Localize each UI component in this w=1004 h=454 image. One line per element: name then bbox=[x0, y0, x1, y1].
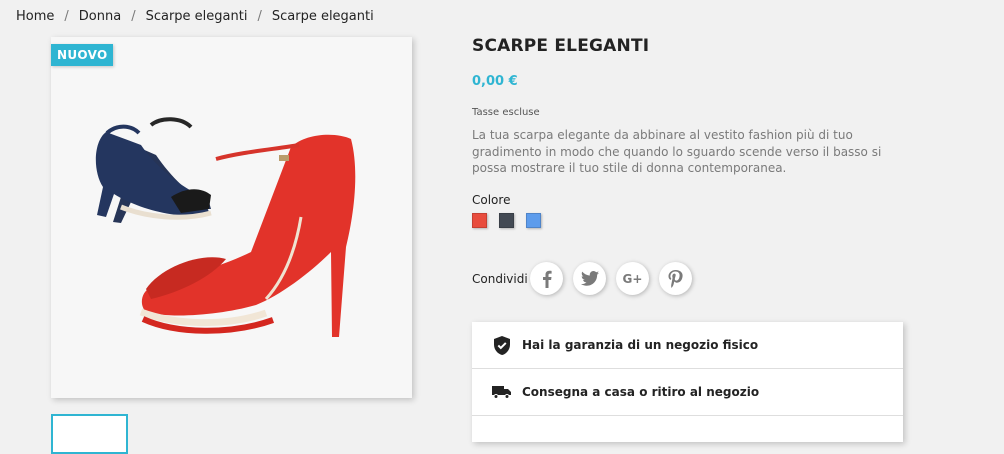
reassurance-text: Hai la garanzia di un negozio fisico bbox=[522, 338, 759, 352]
share-buttons: G+ bbox=[530, 262, 692, 295]
color-swatch-dark-grey[interactable] bbox=[499, 213, 514, 228]
facebook-icon bbox=[542, 270, 552, 288]
product-title: SCARPE ELEGANTI bbox=[472, 36, 650, 56]
product-thumbnail[interactable] bbox=[51, 414, 128, 454]
pinterest-share-button[interactable] bbox=[659, 262, 692, 295]
breadcrumb-category[interactable]: Scarpe eleganti bbox=[146, 9, 248, 24]
color-swatches bbox=[472, 213, 541, 228]
breadcrumb-donna[interactable]: Donna bbox=[79, 9, 121, 24]
google-plus-share-button[interactable]: G+ bbox=[616, 262, 649, 295]
shield-check-icon bbox=[494, 335, 510, 355]
new-badge: NUOVO bbox=[51, 44, 114, 66]
facebook-share-button[interactable] bbox=[530, 262, 563, 295]
tax-note: Tasse escluse bbox=[472, 107, 540, 118]
breadcrumb-separator: / bbox=[64, 9, 69, 24]
google-plus-icon: G+ bbox=[622, 271, 643, 286]
product-description: La tua scarpa elegante da abbinare al ve… bbox=[472, 128, 882, 175]
product-image-illustration bbox=[51, 37, 412, 398]
reassurance-item: Consegna a casa o ritiro al negozio bbox=[472, 369, 903, 416]
breadcrumb-home[interactable]: Home bbox=[16, 9, 54, 24]
twitter-icon bbox=[580, 271, 599, 286]
twitter-share-button[interactable] bbox=[573, 262, 606, 295]
breadcrumb-separator: / bbox=[257, 9, 262, 24]
breadcrumb-separator: / bbox=[131, 9, 136, 24]
reassurance-block: Hai la garanzia di un negozio fisico Con… bbox=[472, 322, 903, 442]
color-swatch-red[interactable] bbox=[472, 213, 487, 228]
reassurance-text: Consegna a casa o ritiro al negozio bbox=[522, 385, 760, 399]
color-label: Colore bbox=[472, 193, 511, 207]
pinterest-icon bbox=[668, 269, 683, 288]
color-swatch-blue[interactable] bbox=[526, 213, 541, 228]
truck-icon bbox=[492, 386, 511, 399]
product-image[interactable] bbox=[51, 37, 412, 398]
breadcrumb-current: Scarpe eleganti bbox=[271, 9, 374, 24]
product-price: 0,00 € bbox=[472, 74, 518, 89]
breadcrumb: Home / Donna / Scarpe eleganti / Scarpe … bbox=[16, 9, 374, 24]
reassurance-item: Hai la garanzia di un negozio fisico bbox=[472, 322, 903, 369]
share-label: Condividi bbox=[472, 272, 528, 286]
